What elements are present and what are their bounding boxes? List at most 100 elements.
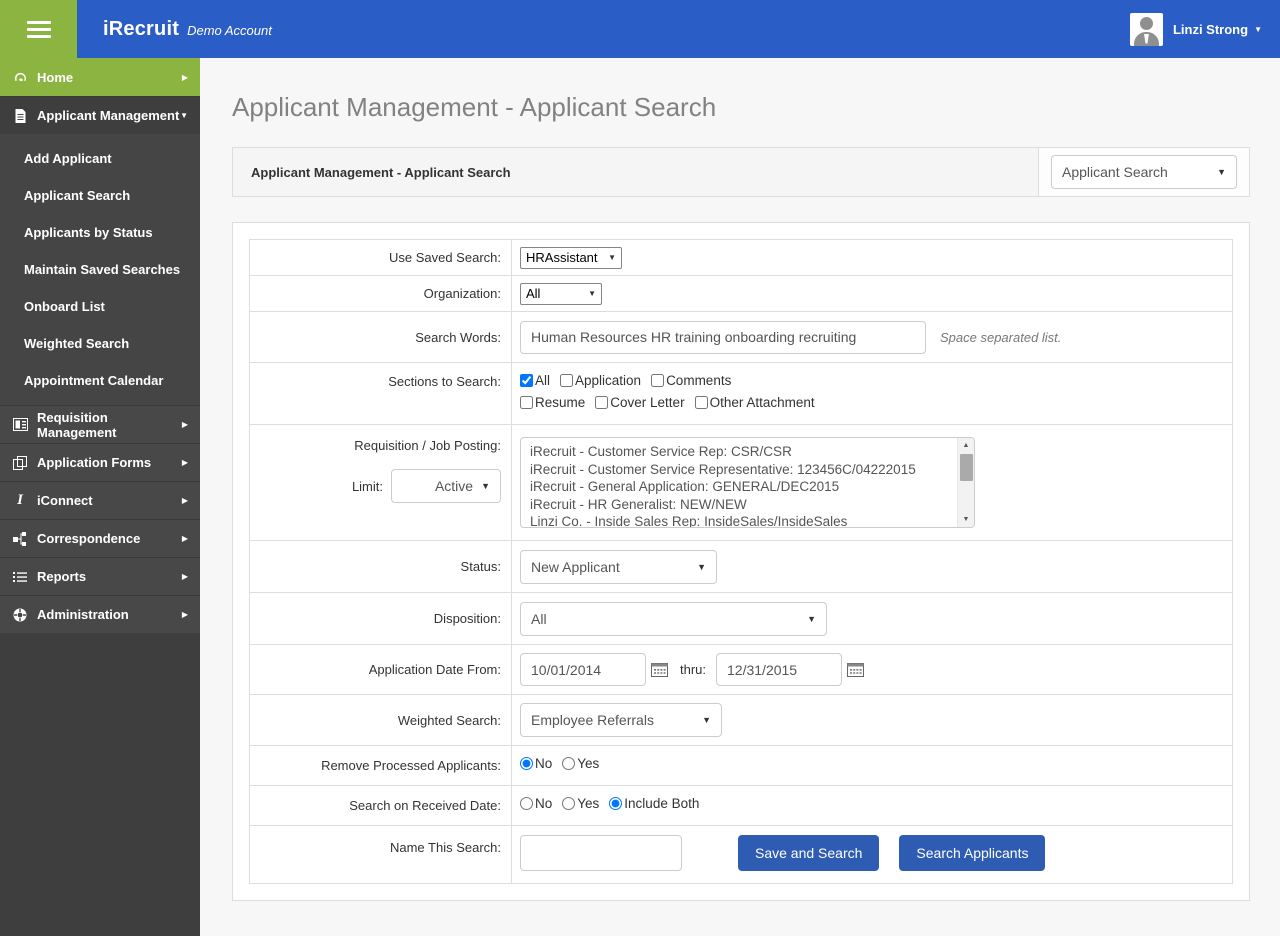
chevron-right-icon: ▶ <box>181 72 188 82</box>
disposition-select[interactable]: All ▼ <box>520 601 827 636</box>
search-words-input[interactable] <box>520 320 926 354</box>
sidebar-item-label: Applicant Management <box>37 108 180 123</box>
field-label: Sections to Search: <box>250 363 512 424</box>
radio-option-no[interactable]: No <box>520 756 552 771</box>
organization-select[interactable]: All ▼ <box>520 282 602 305</box>
sidebar-item-reports[interactable]: Reports ▶ <box>0 557 200 595</box>
checkbox-input[interactable] <box>651 374 665 387</box>
checkbox-option-other-attachment[interactable]: Other Attachment <box>694 395 815 410</box>
sidebar-subitem-add-applicant[interactable]: Add Applicant <box>0 140 200 177</box>
user-name: Linzi Strong <box>1172 21 1249 37</box>
field-label: Name This Search: <box>250 826 512 883</box>
listbox-scrollbar[interactable]: ▲ ▼ <box>957 438 974 527</box>
chevron-down-icon: ▼ <box>588 289 596 298</box>
submenu-label: Appointment Calendar <box>24 373 164 388</box>
scroll-down-icon[interactable]: ▼ <box>957 512 974 527</box>
checkbox-option-comments[interactable]: Comments <box>651 373 731 388</box>
sidebar-subitem-applicant-search[interactable]: Applicant Search <box>0 177 200 214</box>
search-applicants-button[interactable]: Search Applicants <box>899 835 1046 871</box>
sections-checkbox-row-1: All Application Comments <box>520 373 741 392</box>
checkbox-option-resume[interactable]: Resume <box>520 395 585 410</box>
save-and-search-button[interactable]: Save and Search <box>738 835 880 871</box>
name-search-input[interactable] <box>520 835 682 871</box>
field-label: Requisition / Job Posting: <box>354 438 501 453</box>
scroll-up-icon[interactable]: ▲ <box>957 438 974 453</box>
section-header-strip: Applicant Management - Applicant Search … <box>232 147 1250 197</box>
radio-input[interactable] <box>520 797 533 810</box>
sidebar-item-correspondence[interactable]: Correspondence ▶ <box>0 519 200 557</box>
submenu-label: Onboard List <box>24 299 105 314</box>
file-text-icon <box>12 108 28 124</box>
radio-input[interactable] <box>520 757 533 770</box>
radio-option-yes[interactable]: Yes <box>562 796 599 811</box>
checkbox-input[interactable] <box>560 374 574 387</box>
sidebar-subitem-weighted-search[interactable]: Weighted Search <box>0 325 200 362</box>
listbox-option[interactable]: Linzi Co. - Inside Sales Rep: InsideSale… <box>530 513 957 527</box>
checkbox-input[interactable] <box>520 374 533 387</box>
gear-icon <box>12 607 28 623</box>
sidebar-subitem-onboard-list[interactable]: Onboard List <box>0 288 200 325</box>
radio-option-yes[interactable]: Yes <box>562 756 599 771</box>
chevron-right-icon: ▶ <box>181 610 188 619</box>
listbox-option[interactable]: iRecruit - Customer Service Rep: CSR/CSR <box>530 443 957 461</box>
search-words-hint: Space separated list. <box>940 329 1062 345</box>
top-header: iRecruit Demo Account Linzi Strong ▼ <box>0 0 1280 58</box>
dashboard-icon <box>12 69 28 85</box>
limit-select[interactable]: Active ▼ <box>391 469 501 503</box>
sidebar-item-application-forms[interactable]: Application Forms ▶ <box>0 443 200 481</box>
sections-checkbox-row-2: Resume Cover Letter Other Attachment <box>520 395 825 414</box>
user-menu[interactable]: Linzi Strong ▼ <box>1129 12 1262 46</box>
sidebar-item-administration[interactable]: Administration ▶ <box>0 595 200 633</box>
field-label: Remove Processed Applicants: <box>250 746 512 785</box>
chevron-down-icon: ▼ <box>608 253 616 262</box>
checkbox-input[interactable] <box>694 396 708 409</box>
sidebar-item-requisition-management[interactable]: Requisition Management ▶ <box>0 405 200 443</box>
sidebar-subitem-appointment-calendar[interactable]: Appointment Calendar <box>0 362 200 399</box>
date-from-input[interactable] <box>520 653 646 686</box>
calendar-icon[interactable] <box>847 662 865 677</box>
chevron-right-icon: ▶ <box>181 572 188 581</box>
sidebar-item-home[interactable]: Home ▶ <box>0 58 200 96</box>
chevron-down-icon: ▼ <box>697 561 706 572</box>
sidebar-item-label: Reports <box>37 569 87 584</box>
checkbox-option-cover-letter[interactable]: Cover Letter <box>595 395 685 410</box>
weighted-search-select[interactable]: Employee Referrals ▼ <box>520 703 722 737</box>
date-to-input[interactable] <box>716 653 843 686</box>
chevron-down-icon: ▼ <box>702 715 711 725</box>
saved-search-select[interactable]: HRAssistant ▼ <box>520 246 622 269</box>
status-select[interactable]: New Applicant ▼ <box>520 549 717 584</box>
chevron-right-icon: ▶ <box>181 496 188 505</box>
field-label: Use Saved Search: <box>250 240 512 275</box>
avatar <box>1129 12 1163 46</box>
radio-input[interactable] <box>609 797 623 810</box>
menu-toggle-button[interactable] <box>0 0 77 58</box>
radio-option-no[interactable]: No <box>520 796 552 811</box>
sidebar-item-iconnect[interactable]: I iConnect ▶ <box>0 481 200 519</box>
sidebar-subitem-applicants-by-status[interactable]: Applicants by Status <box>0 214 200 251</box>
radio-input[interactable] <box>562 797 576 810</box>
page-nav-select[interactable]: Applicant Search ▼ <box>1051 155 1237 189</box>
page-title: Applicant Management - Applicant Search <box>232 92 717 122</box>
sidebar-subitem-maintain-saved-searches[interactable]: Maintain Saved Searches <box>0 251 200 288</box>
requisition-listbox[interactable]: iRecruit - Customer Service Rep: CSR/CSR… <box>520 437 975 528</box>
listbox-option[interactable]: iRecruit - Customer Service Representati… <box>530 461 957 479</box>
radio-input[interactable] <box>562 757 576 770</box>
checkbox-input[interactable] <box>520 396 533 409</box>
submenu-label: Weighted Search <box>24 336 130 351</box>
scrollbar-thumb[interactable] <box>959 454 973 481</box>
sidebar-item-label: Application Forms <box>37 455 152 470</box>
radio-option-include-both[interactable]: Include Both <box>609 796 699 811</box>
submenu-label: Maintain Saved Searches <box>24 262 181 277</box>
sidebar-item-applicant-management[interactable]: Applicant Management ▼ <box>0 96 200 134</box>
field-label: Search on Received Date: <box>250 786 512 825</box>
checkbox-option-all[interactable]: All <box>520 373 550 388</box>
checkbox-option-application[interactable]: Application <box>560 373 641 388</box>
checkbox-input[interactable] <box>595 396 609 409</box>
sidebar-item-label: iConnect <box>37 493 93 508</box>
calendar-icon[interactable] <box>651 662 668 677</box>
iconnect-icon: I <box>17 492 23 508</box>
listbox-option[interactable]: iRecruit - HR Generalist: NEW/NEW <box>530 496 957 514</box>
chevron-right-icon: ▶ <box>181 420 188 429</box>
listbox-option[interactable]: iRecruit - General Application: GENERAL/… <box>530 478 957 496</box>
field-label: Organization: <box>250 276 512 311</box>
